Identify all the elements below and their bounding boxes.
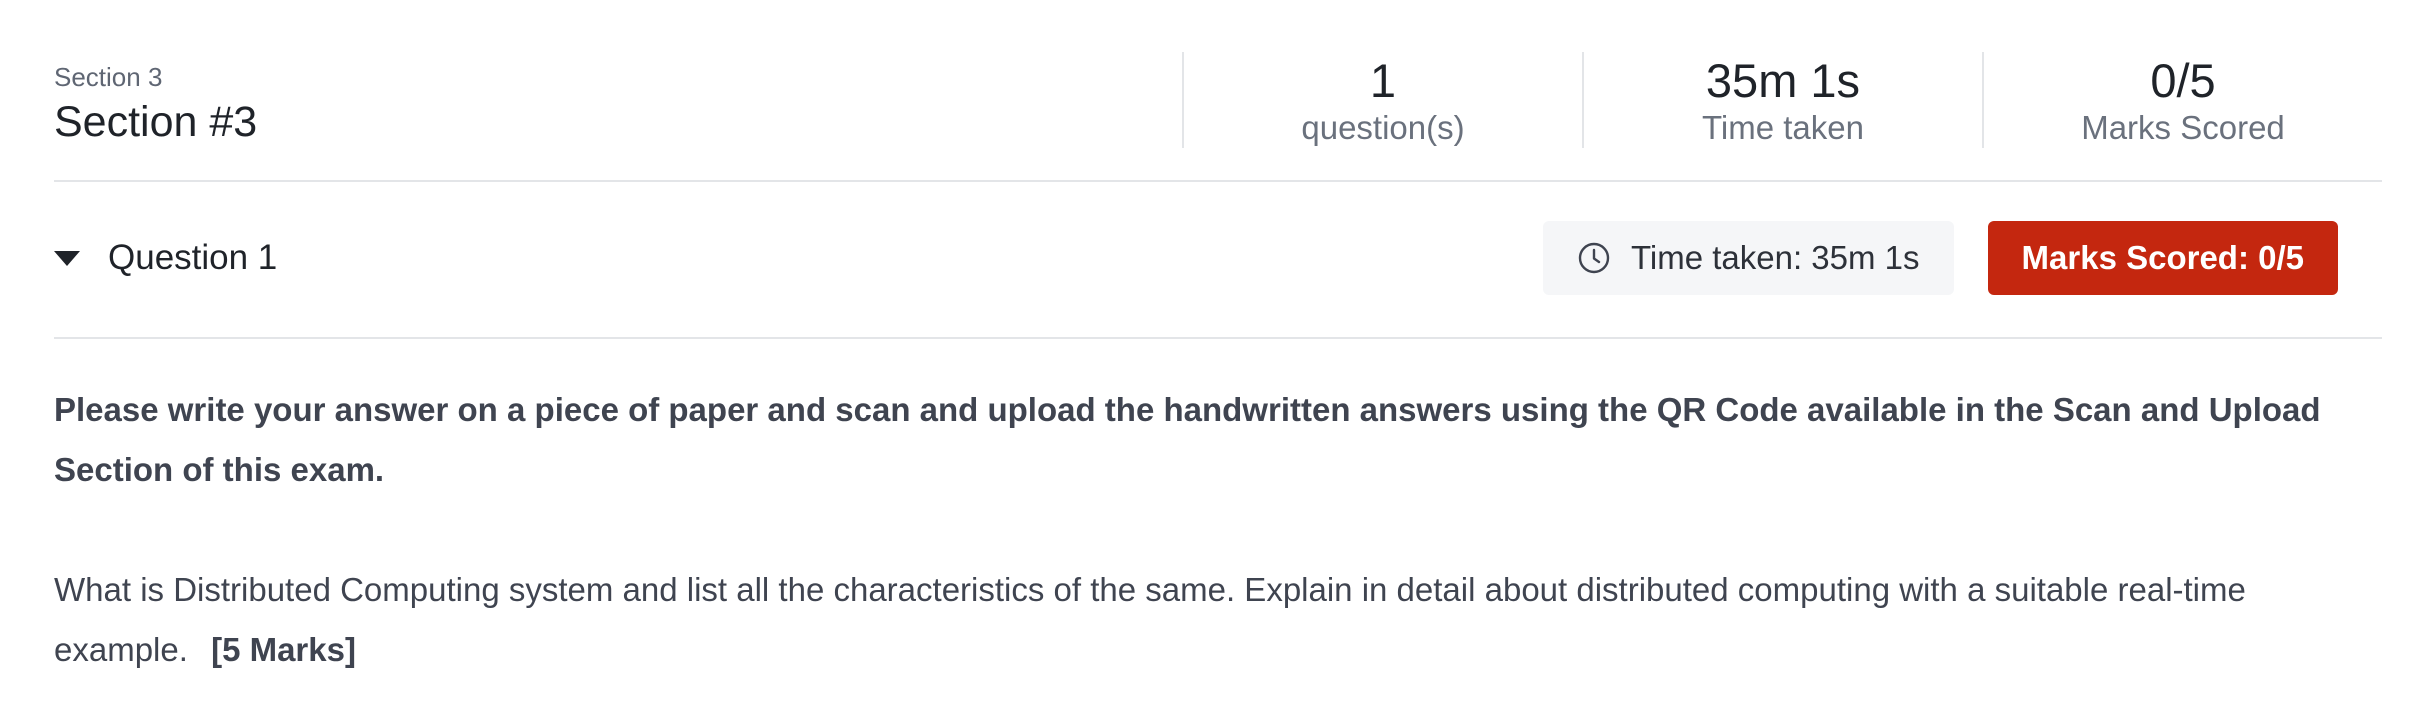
- stat-label: Marks Scored: [2081, 109, 2285, 146]
- clock-icon: [1577, 241, 1611, 275]
- section-subtitle: Section 3: [54, 62, 163, 92]
- caret-down-icon: [54, 250, 80, 266]
- stat-questions: 1 question(s): [1182, 52, 1582, 148]
- section-panel: Section 3 Section #3 1 question(s) 35m 1…: [0, 0, 2434, 728]
- question-instructions: Please write your answer on a piece of p…: [54, 391, 2321, 488]
- stat-value: 1: [1369, 54, 1397, 107]
- stat-time-taken: 35m 1s Time taken: [1582, 52, 1982, 148]
- time-taken-label: Time taken: 35m 1s: [1630, 239, 1920, 276]
- question-body: What is Distributed Computing system and…: [54, 560, 2384, 680]
- section-stats: 1 question(s) 35m 1s Time taken 0/5 Mark…: [1182, 52, 2382, 148]
- header-divider: [54, 180, 2382, 182]
- stat-label: question(s): [1301, 109, 1465, 146]
- section-title-block: Section 3 Section #3: [54, 52, 1182, 150]
- stat-label: Time taken: [1701, 109, 1864, 146]
- stat-value: 0/5: [2150, 54, 2216, 107]
- stat-value: 35m 1s: [1705, 54, 1861, 107]
- marks-scored-button[interactable]: Marks Scored: 0/5: [1987, 221, 2338, 295]
- marks-tag: [5 Marks]: [211, 631, 356, 668]
- section-title: Section #3: [54, 98, 258, 146]
- time-taken-chip: Time taken: 35m 1s: [1542, 221, 1954, 295]
- question-divider: [54, 337, 2382, 339]
- question-row[interactable]: Question 1 Time taken: 35m 1s Marks Scor…: [54, 216, 2382, 300]
- section-header: Section 3 Section #3 1 question(s) 35m 1…: [54, 52, 2382, 182]
- question-text: What is Distributed Computing system and…: [54, 571, 2246, 668]
- stat-marks-scored: 0/5 Marks Scored: [1982, 52, 2382, 148]
- question-title: Question 1: [108, 238, 278, 277]
- question-toggle[interactable]: [54, 216, 108, 300]
